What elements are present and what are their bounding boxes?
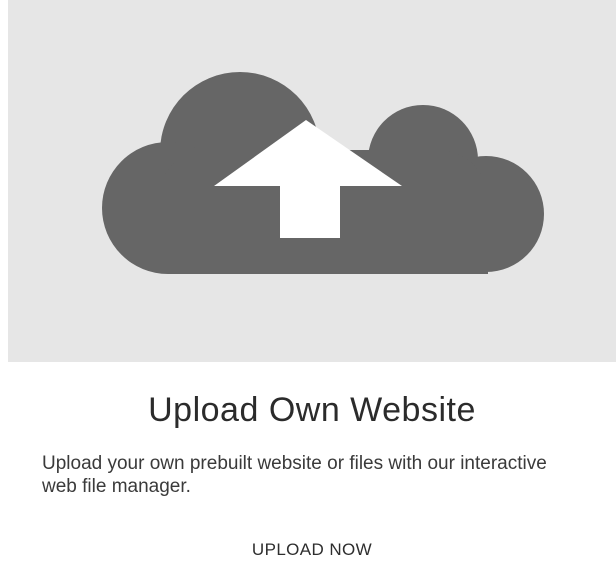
card-description: Upload your own prebuilt website or file… [42, 453, 547, 497]
cloud-upload-icon [102, 72, 544, 274]
upload-website-card: Upload Own Website Upload your own prebu… [8, 0, 616, 584]
card-title: Upload Own Website [148, 391, 476, 429]
upload-now-button[interactable]: UPLOAD NOW [8, 530, 616, 570]
card-media [8, 0, 616, 362]
